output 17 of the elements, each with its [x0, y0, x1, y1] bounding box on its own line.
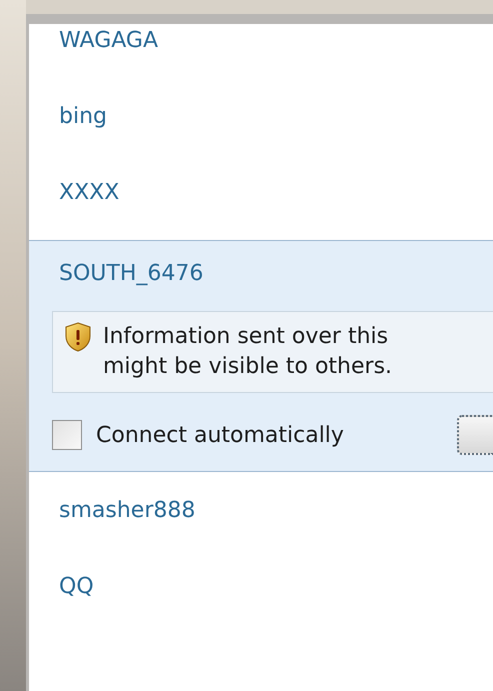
checkbox[interactable]: [52, 420, 82, 450]
connect-button[interactable]: [457, 415, 493, 455]
network-item[interactable]: XXXX: [29, 154, 493, 230]
network-item[interactable]: WAGAGA: [29, 24, 493, 78]
network-name: XXXX: [59, 178, 120, 206]
network-name: smasher888: [59, 496, 196, 524]
network-name: SOUTH_6476: [59, 260, 204, 288]
network-name: bing: [59, 102, 107, 130]
network-name: WAGAGA: [59, 26, 158, 54]
checkbox-label: Connect automatically: [96, 422, 344, 450]
network-item[interactable]: smasher888: [29, 472, 493, 548]
network-name: QQ: [59, 572, 94, 600]
network-item[interactable]: SOUTH_6476 Information sent over this might be visible to others. Connect automatically: [29, 240, 493, 472]
security-shield-icon: [65, 322, 91, 352]
network-item[interactable]: bing: [29, 78, 493, 154]
security-warning-text: Information sent over this might be visible to others.: [103, 323, 392, 381]
network-item[interactable]: QQ: [29, 548, 493, 624]
